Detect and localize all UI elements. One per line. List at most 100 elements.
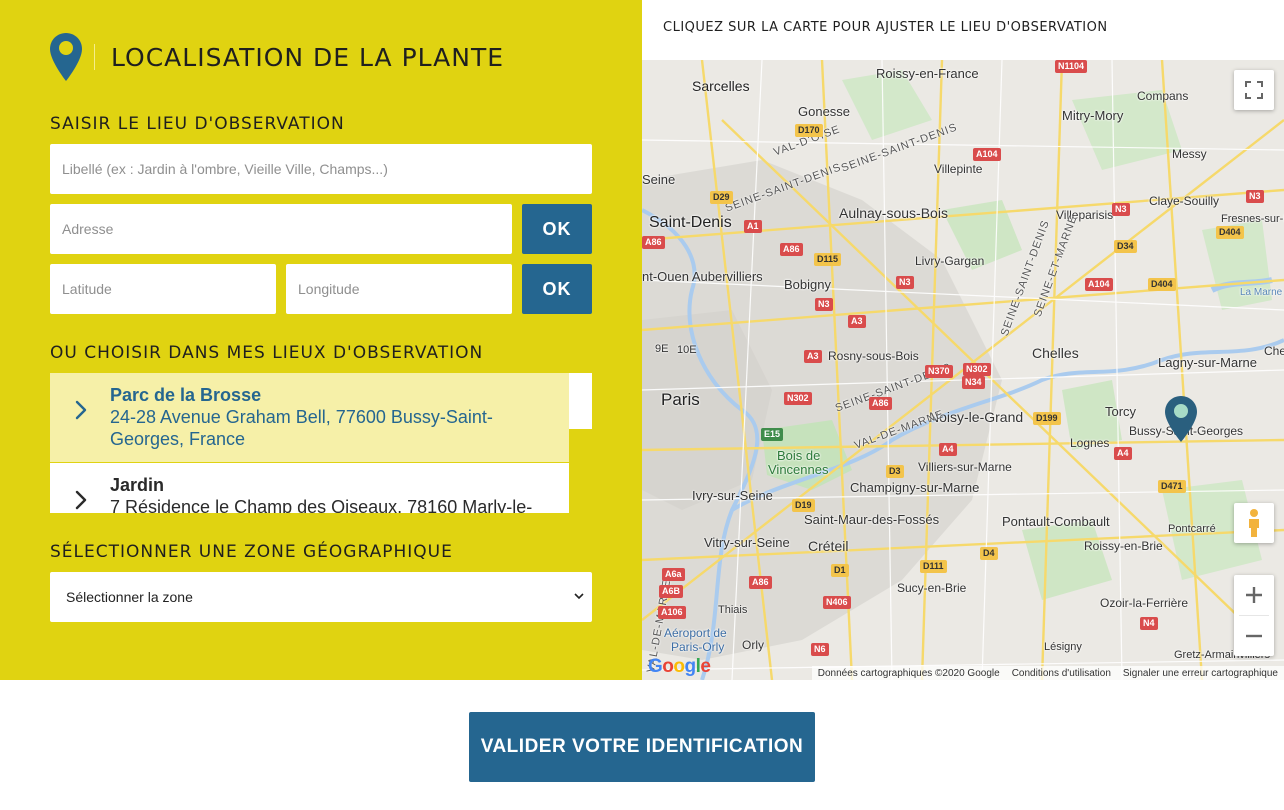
panel-header: LOCALISATION DE LA PLANTE (50, 32, 504, 82)
map-place-label: Sarcelles (692, 78, 750, 94)
road-badge: N3 (1112, 203, 1130, 216)
zoom-in-button[interactable] (1234, 575, 1274, 615)
map-place-label: Aéroport de (664, 626, 727, 640)
road-badge: A86 (869, 397, 892, 410)
map-place-label: Fresnes-sur-M (1221, 213, 1284, 225)
validate-identification-button[interactable]: VALIDER VOTRE IDENTIFICATION (469, 712, 815, 782)
map-place-label: Roissy-en-France (876, 66, 979, 81)
map-place-label: Lésigny (1044, 641, 1082, 653)
location-panel: LOCALISATION DE LA PLANTE SAISIR LE LIEU… (0, 0, 642, 680)
road-badge: D3 (886, 465, 904, 478)
road-badge: N34 (962, 376, 985, 389)
location-pin-icon (50, 33, 82, 81)
road-badge: D34 (1114, 240, 1137, 253)
map-place-label: Sucy-en-Brie (897, 581, 967, 595)
zone-section-label: SÉLECTIONNER UNE ZONE GÉOGRAPHIQUE (50, 542, 453, 562)
map-place-label: Rosny-sous-Bois (828, 349, 919, 363)
road-badge: A86 (749, 576, 772, 589)
map-place-label: Paris (661, 390, 700, 409)
pegman-icon (1249, 509, 1259, 537)
report-error-link[interactable]: Signaler une erreur cartographique (1123, 668, 1278, 679)
map-place-label: Vitry-sur-Seine (704, 535, 790, 550)
google-logo[interactable]: Google (648, 656, 711, 678)
road-badge: D29 (710, 191, 733, 204)
map-place-label: Ozoir-la-Ferrière (1100, 596, 1189, 610)
map-instruction: CLIQUEZ SUR LA CARTE POUR AJUSTER LE LIE… (663, 20, 1108, 35)
map-place-label: Aulnay-sous-Bois (839, 205, 948, 221)
road-badge: N4 (1140, 617, 1158, 630)
map-place-label: Pontcarré (1168, 523, 1216, 535)
map-place-label: Orly (742, 638, 764, 652)
map-place-label: Messy (1172, 147, 1207, 161)
location-name: Jardin (110, 475, 165, 495)
page: LOCALISATION DE LA PLANTE SAISIR LE LIEU… (0, 0, 1284, 810)
road-badge: D199 (1033, 412, 1061, 425)
road-badge: D115 (814, 253, 842, 266)
coordinates-ok-button[interactable]: OK (522, 264, 592, 314)
map-data-credit: Données cartographiques ©2020 Google (817, 667, 1000, 679)
map-place-label: Roissy-en-Brie (1084, 539, 1163, 553)
location-address: 24-28 Avenue Graham Bell, 77600 Bussy-Sa… (110, 407, 493, 449)
map-place-label: Villiers-sur-Marne (918, 460, 1012, 474)
address-ok-button[interactable]: OK (522, 204, 592, 254)
map-place-label: Livry-Gargan (915, 254, 985, 268)
map-place-label: Paris-Orly (671, 640, 725, 654)
map-place-label: 9E (655, 343, 669, 355)
map-place-label: nt-Ouen Aubervilliers (642, 269, 763, 284)
title-separator (94, 44, 95, 70)
saved-locations-list[interactable]: Parc de la Brosse 24-28 Avenue Graham Be… (50, 373, 569, 513)
road-badge: N370 (925, 365, 953, 378)
map-marker-icon[interactable] (1165, 396, 1197, 442)
road-badge: N6 (811, 643, 829, 656)
road-badge: A86 (642, 236, 665, 249)
map-place-label: Bois de (777, 448, 821, 463)
map-place-label: Chelles (1032, 345, 1079, 361)
road-badge: E15 (761, 428, 784, 441)
map-place-label: Saint-Maur-des-Fossés (804, 512, 940, 527)
map-place-label: Torcy (1105, 404, 1137, 419)
location-address: 7 Résidence le Champ des Oiseaux, 78160 … (110, 497, 533, 513)
map-place-label: Villeparisis (1056, 208, 1114, 222)
map-place-label: Compans (1137, 89, 1189, 103)
road-badge: D19 (792, 499, 815, 512)
street-view-button[interactable] (1234, 503, 1274, 543)
road-badge: D404 (1148, 278, 1176, 291)
road-badge: A104 (973, 148, 1001, 161)
chevron-down-icon (574, 593, 584, 600)
map-place-label: Seine (642, 172, 676, 187)
latitude-input[interactable] (50, 264, 276, 314)
road-badge: A3 (804, 350, 822, 363)
address-input[interactable] (50, 204, 512, 254)
map-place-label: Saint-Denis (649, 214, 732, 231)
map-place-label: Claye-Souilly (1149, 194, 1220, 208)
map-place-label: Bobigny (784, 277, 831, 292)
map-place-label: Vincennes (768, 462, 829, 477)
zone-select-value: Sélectionner la zone (66, 589, 193, 605)
fullscreen-icon (1245, 81, 1263, 99)
longitude-input[interactable] (286, 264, 512, 314)
page-title: LOCALISATION DE LA PLANTE (111, 42, 505, 72)
list-item[interactable]: Jardin 7 Résidence le Champ des Oiseaux,… (50, 463, 569, 513)
road-badge: N3 (896, 276, 914, 289)
label-input[interactable] (50, 144, 592, 194)
location-name: Parc de la Brosse (110, 385, 262, 405)
zone-select[interactable]: Sélectionner la zone (50, 572, 592, 622)
road-badge: D4 (980, 547, 998, 560)
list-scrollbar[interactable] (569, 373, 592, 429)
list-item[interactable]: Parc de la Brosse 24-28 Avenue Graham Be… (50, 373, 569, 463)
road-badge: A4 (1114, 447, 1132, 460)
plus-icon (1246, 587, 1262, 603)
road-badge: A106 (658, 606, 686, 619)
zoom-control (1234, 575, 1274, 656)
chevron-right-icon (75, 400, 87, 420)
road-badge: D404 (1216, 226, 1244, 239)
road-badge: A1 (744, 220, 762, 233)
entry-section-label: SAISIR LE LIEU D'OBSERVATION (50, 114, 345, 134)
fullscreen-button[interactable] (1234, 70, 1274, 110)
zoom-out-button[interactable] (1234, 616, 1274, 656)
road-badge: A104 (1085, 278, 1113, 291)
map-place-label: 10E (677, 344, 697, 356)
road-badge: A6B (659, 585, 684, 598)
terms-link[interactable]: Conditions d'utilisation (1012, 668, 1111, 679)
map-view[interactable]: Roissy-en-France Sarcelles Gonesse Mitry… (642, 60, 1284, 680)
